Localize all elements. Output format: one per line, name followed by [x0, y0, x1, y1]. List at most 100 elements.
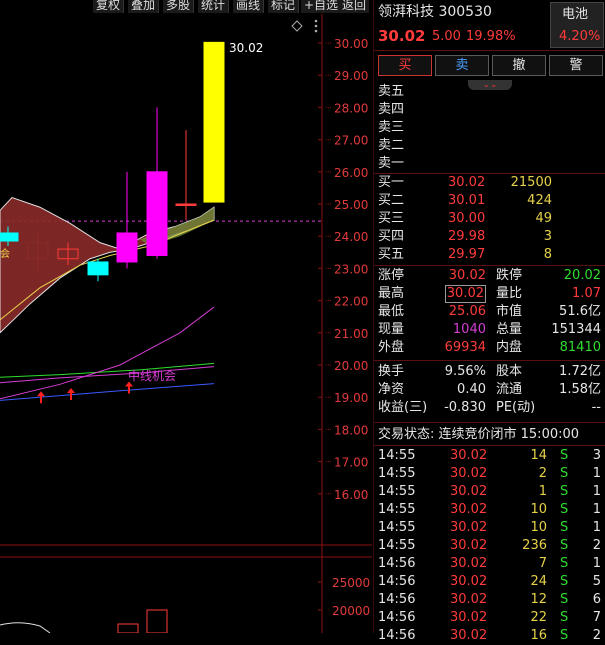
sector-tab[interactable]: 电池 4.20% — [550, 2, 604, 48]
mark-button[interactable]: 标记 — [268, 0, 300, 13]
back-button[interactable]: 返回 — [339, 0, 370, 13]
bid-volume: 21500 — [510, 175, 552, 190]
tick-price: 30.02 — [450, 628, 488, 643]
tick-price: 30.02 — [450, 520, 488, 535]
stat-label: 外盘 — [378, 340, 405, 355]
sell-button[interactable]: 卖 — [435, 55, 489, 76]
chart-grid — [0, 14, 372, 633]
tick-count: 2 — [592, 538, 601, 553]
buy-button[interactable]: 买 — [378, 55, 432, 76]
fundamental-row: 换手 9.56% 股本 1.72亿 — [374, 363, 605, 381]
price-tick-label: 25.00 — [334, 198, 368, 212]
price-tick-label: 23.00 — [334, 262, 368, 276]
stat-label: 量比 — [496, 286, 523, 301]
buy-signal-arrow-icon — [125, 381, 133, 394]
fundamental-value: -- — [591, 400, 601, 415]
tick-row: 14:56 30.02 7 S 1 — [374, 555, 605, 573]
price-tick-label: 16.00 — [334, 488, 368, 502]
signal-arrows — [37, 381, 133, 404]
ask-2-label: 卖二 — [378, 138, 405, 153]
tick-price: 30.02 — [450, 610, 488, 625]
stat-label: 涨停 — [378, 268, 405, 283]
multi-stock-button[interactable]: 多股 — [163, 0, 195, 13]
tick-time: 14:55 — [378, 538, 416, 553]
price-axis: 30.00 29.00 28.00 27.00 26.00 25.00 24.00 23.00… — [318, 37, 370, 618]
tick-side: S — [560, 484, 569, 499]
tick-volume: 1 — [538, 484, 547, 499]
tick-time: 14:56 — [378, 556, 416, 571]
stat-row: 涨停 30.02 跌停 20.02 — [374, 267, 605, 285]
ask-3-label: 卖三 — [378, 120, 405, 135]
stat-value: 81410 — [559, 340, 601, 355]
stat-value: 20.02 — [563, 268, 601, 283]
tick-price: 30.02 — [450, 592, 488, 607]
stock-code: 300530 — [438, 4, 492, 20]
price-tick-label: 29.00 — [334, 69, 368, 83]
bid-row[interactable]: 买二 30.01 424 — [374, 192, 605, 210]
fundamental-label: 换手 — [378, 364, 405, 379]
fundamental-value: -0.830 — [444, 400, 486, 415]
tick-side: S — [560, 520, 569, 535]
overlay-button[interactable]: 叠加 — [128, 0, 160, 13]
settings-dots-icon[interactable] — [314, 19, 318, 33]
price-tick-label: 19.00 — [334, 391, 368, 405]
bid-row[interactable]: 买四 29.98 3 — [374, 228, 605, 246]
tick-price: 30.02 — [450, 448, 488, 463]
tick-price: 30.02 — [450, 484, 488, 499]
tick-count: 1 — [592, 484, 601, 499]
candle-body — [203, 41, 225, 203]
bid-price: 29.98 — [448, 229, 486, 244]
stat-value: 1040 — [452, 322, 486, 337]
cancel-button[interactable]: 撤 — [492, 55, 546, 76]
volume-tick-label: 25000 — [332, 576, 370, 590]
statistics-button[interactable]: 统计 — [198, 0, 230, 13]
add-watchlist-button[interactable]: +自选 — [301, 0, 343, 13]
tick-side: S — [560, 556, 569, 571]
midterm-opportunity-label: 中线机会 — [128, 368, 176, 383]
volume-bar — [146, 609, 168, 633]
bid-volume: 424 — [527, 193, 552, 208]
bid-row[interactable]: 买一 30.02 21500 — [374, 174, 605, 192]
bid-price: 29.97 — [448, 247, 486, 262]
draw-line-button[interactable]: 画线 — [233, 0, 265, 13]
bid-price: 30.00 — [448, 211, 486, 226]
price-change-pct: 19.98% — [466, 29, 516, 44]
tick-time: 14:56 — [378, 628, 416, 643]
sector-name: 电池 — [562, 7, 589, 22]
collapse-chevron-icon[interactable]: ⌄⌄ — [468, 80, 512, 90]
tick-time: 14:55 — [378, 484, 416, 499]
tick-volume: 7 — [538, 556, 547, 571]
tick-row: 14:56 30.02 12 S 6 — [374, 591, 605, 609]
fundamental-value: 1.72亿 — [559, 364, 601, 379]
candle-body — [175, 203, 197, 206]
bid-price: 30.01 — [448, 193, 486, 208]
ask-1-label: 卖一 — [378, 156, 405, 171]
tick-price: 30.02 — [450, 538, 488, 553]
stat-label: 内盘 — [496, 340, 523, 355]
quote-panel: 领湃科技 300530 30.02 5.00 19.98% 电池 4.20% 买… — [373, 0, 605, 643]
stat-value: 151344 — [551, 322, 601, 337]
kline-chart-svg[interactable]: 30.00 29.00 28.00 27.00 26.00 25.00 24.00 23.00… — [0, 14, 372, 633]
alert-button[interactable]: 警 — [549, 55, 603, 76]
bid-row[interactable]: 买五 29.97 8 — [374, 246, 605, 264]
bid-row[interactable]: 买三 30.00 49 — [374, 210, 605, 228]
stat-value: 69934 — [444, 340, 486, 355]
diamond-icon[interactable] — [291, 20, 303, 32]
ma-line-blue — [0, 383, 215, 401]
ask-4-label: 卖四 — [378, 102, 405, 117]
stock-name: 领湃科技 300530 — [378, 4, 492, 20]
tick-row: 14:56 30.02 24 S 5 — [374, 573, 605, 591]
restore-rights-button[interactable]: 复权 — [93, 0, 125, 13]
price-tick-label: 27.00 — [334, 134, 368, 148]
stat-label: 跌停 — [496, 268, 523, 283]
tick-volume: 2 — [538, 466, 547, 481]
stat-label: 最低 — [378, 304, 405, 319]
tick-count: 5 — [592, 574, 601, 589]
kline-chart[interactable]: 30.00 29.00 28.00 27.00 26.00 25.00 24.00 23.00… — [0, 14, 372, 633]
stat-label: 市值 — [496, 304, 523, 319]
tick-price: 30.02 — [450, 466, 488, 481]
tick-count: 3 — [592, 448, 601, 463]
fundamental-label: 净资 — [378, 382, 405, 397]
tick-volume: 14 — [530, 448, 547, 463]
tick-row: 14:55 30.02 14 S 3 — [374, 447, 605, 465]
